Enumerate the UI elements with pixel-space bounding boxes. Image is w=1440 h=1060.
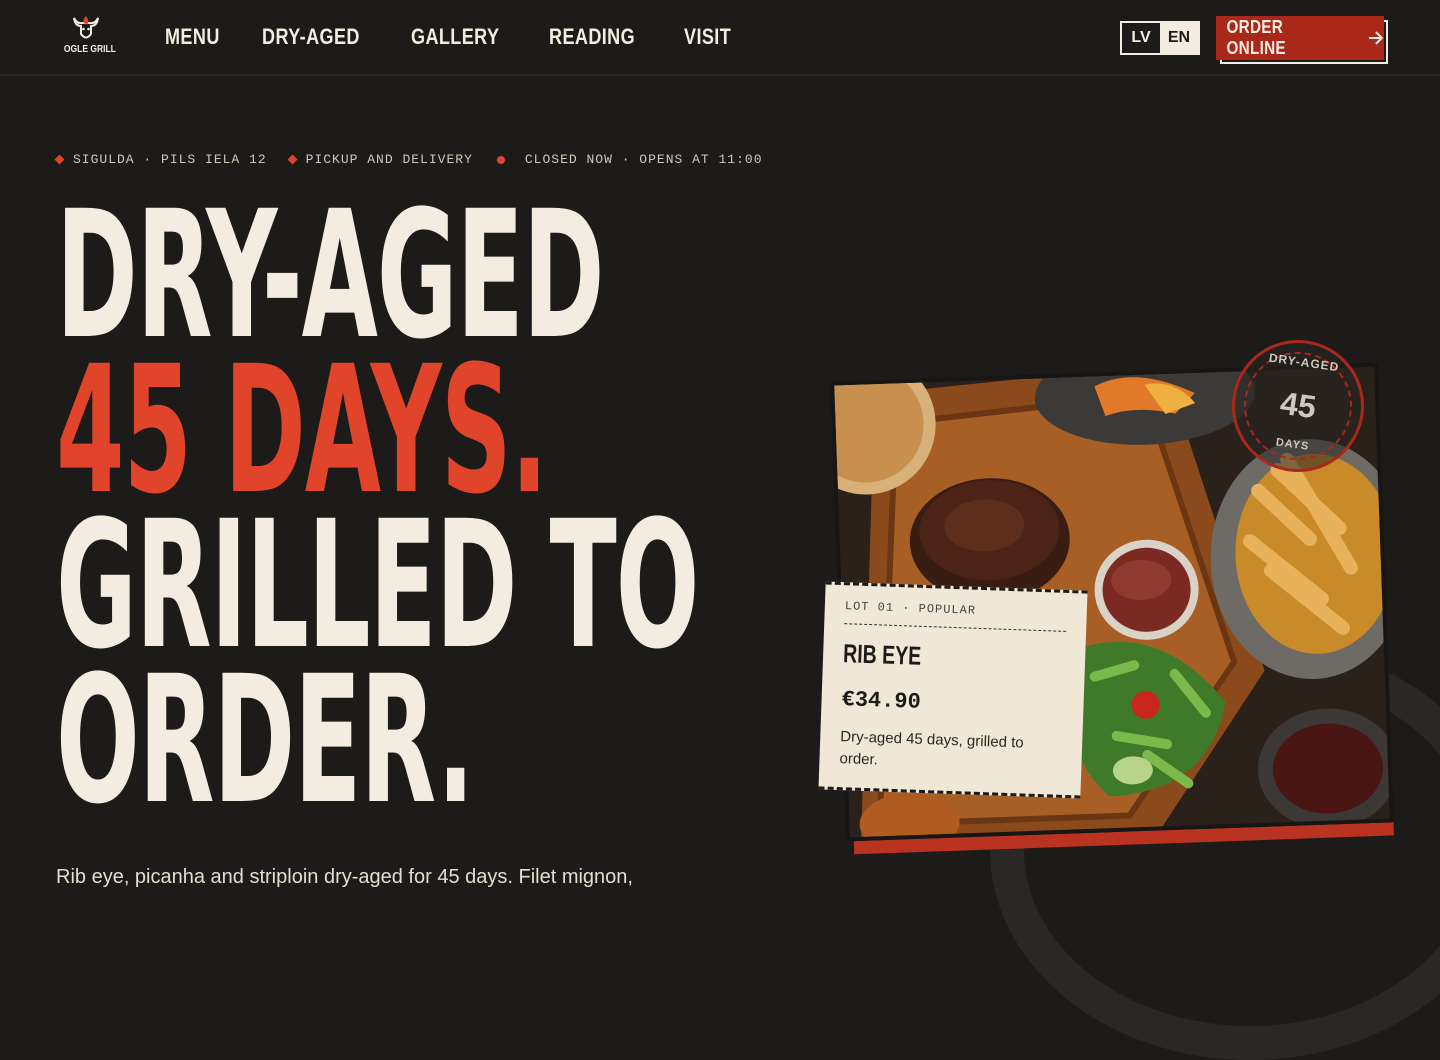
- bull-flame-icon: [73, 16, 99, 39]
- arrow-right-icon: [1369, 31, 1384, 45]
- language-lv[interactable]: LV: [1122, 23, 1160, 53]
- status-text: CLOSED NOW · OPENS AT 11:00: [524, 152, 763, 167]
- status-dot-icon: [496, 155, 505, 164]
- location-info: SIGULDA · PILS IELA 12: [54, 152, 267, 167]
- location-text: SIGULDA · PILS IELA 12: [73, 152, 267, 167]
- nav-dry-aged[interactable]: DRY-AGED: [262, 24, 360, 50]
- menu-ticket[interactable]: LOT 01 · POPULAR RIB EYE €34.90 Dry-aged…: [818, 581, 1088, 799]
- diamond-icon: [54, 154, 65, 165]
- hero-lede: Rib eye, picanha and striploin dry-aged …: [56, 866, 633, 888]
- ticket-description: Dry-aged 45 days, grilled to order.: [839, 728, 1024, 769]
- ticket-lot: LOT 01 · POPULAR: [844, 599, 977, 618]
- top-nav: OGLE GRILL MENU DRY-AGED GALLERY READING…: [0, 0, 1440, 76]
- info-bar: SIGULDA · PILS IELA 12 PICKUP AND DELIVE…: [54, 152, 785, 167]
- nav-reading[interactable]: READING: [549, 24, 635, 50]
- nav-visit[interactable]: VISIT: [684, 24, 731, 50]
- service-info: PICKUP AND DELIVERY: [287, 152, 473, 167]
- language-en[interactable]: EN: [1160, 23, 1198, 53]
- diamond-icon: [287, 154, 298, 165]
- ticket-price: €34.90: [841, 687, 922, 715]
- order-online-button[interactable]: ORDER ONLINE: [1216, 16, 1384, 60]
- nav-gallery[interactable]: GALLERY: [411, 24, 499, 50]
- main-nav: MENU DRY-AGED GALLERY READING VISIT: [165, 24, 741, 50]
- language-switcher: LV EN: [1120, 21, 1200, 55]
- service-text: PICKUP AND DELIVERY: [305, 152, 473, 167]
- headline-line-4: ORDER.: [56, 638, 474, 843]
- ticket-dish-name: RIB EYE: [842, 638, 922, 671]
- brand-name: OGLE GRILL: [63, 44, 116, 55]
- nav-menu[interactable]: MENU: [165, 24, 220, 50]
- brand-logo[interactable]: OGLE GRILL: [60, 14, 116, 66]
- status-info: CLOSED NOW · OPENS AT 11:00: [495, 152, 763, 167]
- ticket-divider: [844, 623, 1067, 632]
- order-online-label: ORDER ONLINE: [1226, 17, 1286, 58]
- order-online-wrapper: ORDER ONLINE: [1216, 16, 1388, 64]
